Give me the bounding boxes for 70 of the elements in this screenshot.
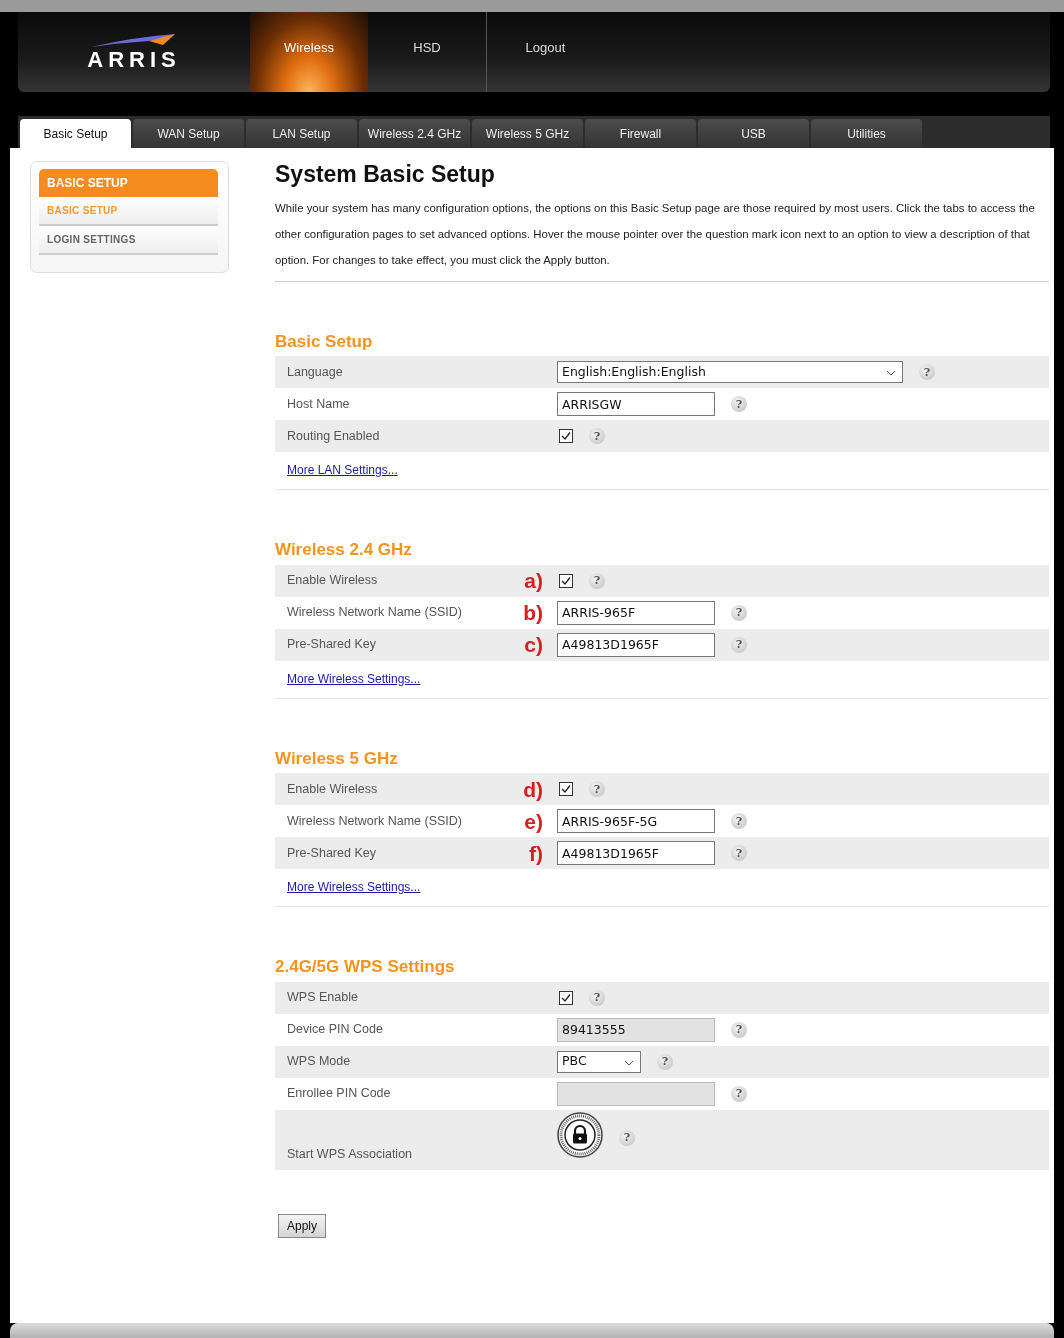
settings-link[interactable]: More Wireless Settings... [287,669,421,688]
section-heading: Wireless 2.4 GHz [275,539,413,562]
help-icon[interactable]: ? [919,364,935,381]
input-field[interactable]: ARRISGW [557,392,715,417]
annotation-marker: f) [529,842,543,864]
sidebar-item[interactable]: LOGIN SETTINGS [39,226,218,255]
input-field[interactable]: ARRIS-965F-5G [557,809,715,834]
help-icon[interactable]: ? [731,396,747,413]
annotation-marker: e) [524,810,543,832]
wps-lock-button[interactable] [557,1111,603,1158]
field-label: Pre-Shared Key [287,636,377,654]
help-icon[interactable]: ? [589,781,605,798]
sidebar-title: BASIC SETUP [39,169,218,197]
annotation-marker: b) [523,602,543,624]
tab[interactable]: WAN Setup [133,119,244,148]
chevron-down-icon [886,370,896,377]
nav-tab[interactable]: HSD [368,12,486,92]
help-icon[interactable]: ? [589,428,605,445]
dropdown[interactable]: PBC [557,1050,641,1073]
field-label: Enable Wireless [287,780,379,798]
help-icon[interactable]: ? [589,572,605,589]
tab[interactable]: Wireless 2.4 GHz [359,119,470,148]
nav-tab[interactable]: Wireless [250,12,368,92]
section-heading: Basic Setup [275,330,374,353]
checkbox[interactable] [559,782,573,797]
help-icon[interactable]: ? [731,813,747,830]
tab[interactable]: Basic Setup [20,119,131,148]
page-description: While your system has many configuration options, the options on this Basic Setup page are those required by most users. Click the tabs to access the other configuration pages to set advanced options. Hover the mouse pointer over the question mark icon next to an option to view a description of that option. For changes to take effect, you must click the Apply button. [275,194,1049,282]
field-label: Start WPS Association [287,1145,414,1163]
tab[interactable]: LAN Setup [246,119,357,148]
field-label: Language [287,363,344,381]
field-label: Pre-Shared Key [287,844,377,862]
checkbox[interactable] [559,990,573,1005]
help-icon[interactable]: ? [619,1129,635,1146]
field-label: Device PIN Code [287,1021,384,1039]
field-label: Wireless Network Name (SSID) [287,812,464,830]
field-label: WPS Mode [287,1053,352,1071]
nav-tab[interactable]: Logout [486,12,604,92]
section-heading: Wireless 5 GHz [275,747,399,770]
input-field[interactable]: ARRIS-965F [557,600,715,625]
settings-link[interactable]: More LAN Settings... [287,461,398,480]
input-field[interactable]: A49813D1965F [557,841,715,866]
input-field[interactable]: A49813D1965F [557,632,715,657]
annotation-marker: c) [524,634,543,656]
tab[interactable]: Utilities [811,119,922,148]
logo-text: ARRIS [87,49,181,71]
help-icon[interactable]: ? [657,1053,673,1070]
help-icon[interactable]: ? [731,636,747,653]
page-title: System Basic Setup [275,161,496,189]
dropdown[interactable]: English:English:English [557,361,903,384]
help-icon[interactable]: ? [731,604,747,621]
field-label: Enrollee PIN Code [287,1085,392,1103]
field-label: Host Name [287,395,351,413]
field-label: WPS Enable [287,989,359,1007]
chevron-down-icon [624,1059,634,1066]
section-heading: 2.4G/5G WPS Settings [275,956,456,979]
tab[interactable]: USB [698,119,809,148]
tab[interactable]: Firewall [585,119,696,148]
annotation-marker: d) [523,778,543,800]
settings-link[interactable]: More Wireless Settings... [287,878,421,897]
apply-button[interactable]: Apply [278,1213,327,1238]
checkbox[interactable] [559,429,573,444]
annotation-marker: a) [524,570,543,592]
help-icon[interactable]: ? [731,845,747,862]
tab[interactable]: Wireless 5 GHz [472,119,583,148]
field-label: Enable Wireless [287,572,379,590]
checkbox[interactable] [559,573,573,588]
help-icon[interactable]: ? [589,989,605,1006]
field-label: Wireless Network Name (SSID) [287,604,464,622]
field-label: Routing Enabled [287,427,381,445]
